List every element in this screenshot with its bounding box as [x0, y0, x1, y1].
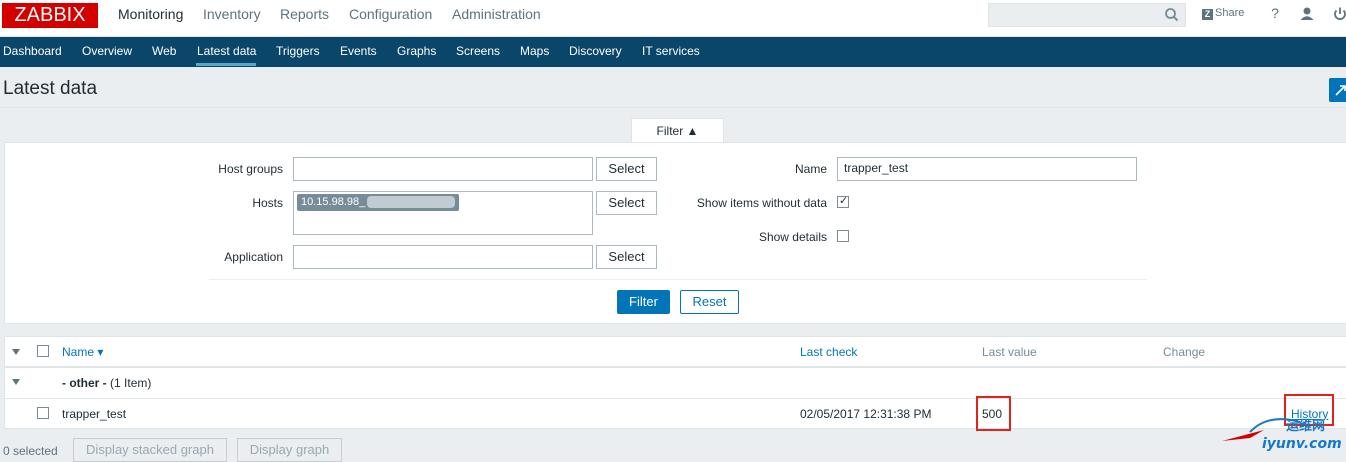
- share-icon: Z: [1202, 9, 1213, 20]
- select-all-checkbox[interactable]: [37, 345, 49, 357]
- show-details-label: Show details: [758, 230, 827, 244]
- top-bar: ZABBIX Monitoring Inventory Reports Conf…: [0, 0, 1346, 37]
- watermark-text: 运维网: [1286, 418, 1325, 434]
- item-last-check: 02/05/2017 12:31:38 PM: [800, 407, 932, 421]
- checkmark-icon: ✓: [839, 194, 849, 207]
- watermark-url: iyunv.com: [1262, 436, 1342, 452]
- group-count: (1 Item): [110, 376, 152, 390]
- host-groups-input[interactable]: [293, 157, 593, 181]
- menu-inventory[interactable]: Inventory: [203, 6, 261, 22]
- column-last-check[interactable]: Last check: [800, 345, 857, 359]
- redacted-mask: [367, 196, 455, 208]
- row-checkbox[interactable]: [37, 407, 49, 419]
- share-link[interactable]: Z Share: [1202, 7, 1244, 20]
- menu-monitoring[interactable]: Monitoring: [118, 6, 183, 22]
- application-select-button[interactable]: Select: [596, 245, 657, 269]
- title-divider: [0, 107, 1346, 108]
- application-label: Application: [224, 250, 283, 264]
- collapse-all-icon[interactable]: [12, 349, 20, 355]
- name-input[interactable]: trapper_test: [837, 157, 1137, 181]
- hosts-select-button[interactable]: Select: [596, 191, 657, 215]
- filter-button[interactable]: Filter: [617, 290, 670, 314]
- tab-dashboard[interactable]: Dashboard: [3, 44, 62, 58]
- menu-administration[interactable]: Administration: [452, 6, 541, 22]
- show-without-data-label: Show items without data: [696, 196, 827, 210]
- group-row: - other - (1 Item): [62, 376, 151, 390]
- row-divider: [4, 398, 1346, 399]
- sub-menu: Dashboard Overview Web Latest data Trigg…: [0, 37, 1346, 67]
- host-tag[interactable]: 10.15.98.98_: [297, 194, 459, 211]
- fullscreen-icon[interactable]: [1329, 78, 1346, 102]
- header-divider: [4, 366, 1346, 368]
- page-title: Latest data: [3, 78, 98, 99]
- column-last-value: Last value: [982, 345, 1037, 359]
- tab-discovery[interactable]: Discovery: [569, 44, 622, 58]
- user-icon[interactable]: [1298, 5, 1316, 23]
- latest-data-table: [4, 336, 1346, 429]
- show-details-checkbox[interactable]: [837, 230, 849, 242]
- tab-overview[interactable]: Overview: [82, 44, 132, 58]
- tab-events[interactable]: Events: [340, 44, 377, 58]
- share-label: Share: [1215, 7, 1245, 19]
- highlight-last-value: [976, 396, 1011, 431]
- search-input[interactable]: [988, 3, 1186, 27]
- tab-latest-data[interactable]: Latest data: [197, 44, 256, 58]
- column-change: Change: [1163, 345, 1206, 359]
- name-label: Name: [794, 162, 827, 176]
- application-input[interactable]: [293, 245, 593, 269]
- help-icon[interactable]: ?: [1266, 5, 1284, 23]
- filter-tab[interactable]: Filter ▲: [631, 118, 724, 143]
- zabbix-logo[interactable]: ZABBIX: [2, 3, 98, 28]
- search-icon[interactable]: [1163, 6, 1181, 24]
- filter-divider: [209, 279, 1147, 280]
- group-name: - other -: [62, 376, 107, 390]
- selected-count: 0 selected: [3, 444, 58, 458]
- display-stacked-graph-button[interactable]: Display stacked graph: [73, 438, 227, 462]
- column-name[interactable]: Name ▾: [62, 345, 103, 359]
- reset-button[interactable]: Reset: [680, 290, 739, 314]
- group-collapse-icon[interactable]: [12, 379, 20, 385]
- host-tag-label: 10.15.98.98_: [301, 196, 366, 208]
- item-name: trapper_test: [62, 407, 127, 421]
- power-icon[interactable]: [1331, 5, 1346, 23]
- menu-configuration[interactable]: Configuration: [349, 6, 432, 22]
- watermark-logo: 运维网 iyunv.com: [1222, 418, 1342, 452]
- tab-graphs[interactable]: Graphs: [397, 44, 436, 58]
- tab-maps[interactable]: Maps: [520, 44, 549, 58]
- host-groups-select-button[interactable]: Select: [596, 157, 657, 181]
- host-groups-label: Host groups: [218, 162, 283, 176]
- active-tab-indicator: [196, 63, 256, 66]
- menu-reports[interactable]: Reports: [280, 6, 329, 22]
- tab-it-services[interactable]: IT services: [642, 44, 700, 58]
- tab-triggers[interactable]: Triggers: [276, 44, 320, 58]
- tab-web[interactable]: Web: [152, 44, 176, 58]
- display-graph-button[interactable]: Display graph: [237, 438, 342, 462]
- tab-screens[interactable]: Screens: [456, 44, 500, 58]
- show-without-data-checkbox[interactable]: ✓: [837, 194, 849, 208]
- hosts-label: Hosts: [252, 196, 283, 210]
